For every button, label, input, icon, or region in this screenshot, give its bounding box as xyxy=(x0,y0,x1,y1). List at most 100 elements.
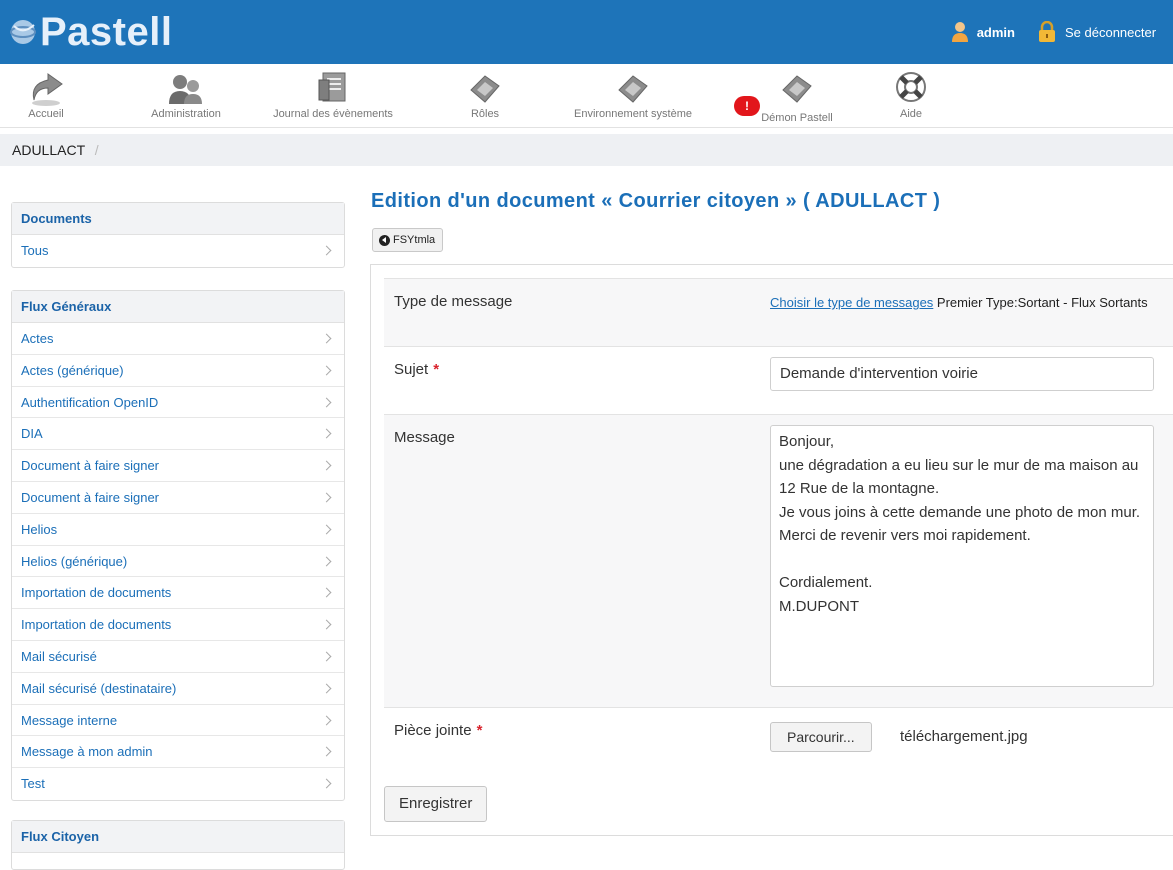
attachment-label-wrap: Pièce jointe * xyxy=(394,722,482,739)
chevron-right-icon xyxy=(321,492,332,503)
sidebar-item-label: Message interne xyxy=(21,712,118,728)
browse-button[interactable]: Parcourir... xyxy=(770,722,872,752)
chevron-right-icon xyxy=(321,556,332,567)
chevron-right-icon xyxy=(321,245,332,256)
toolbar-label: Accueil xyxy=(28,108,64,120)
chevron-right-icon xyxy=(321,397,332,408)
sidebar-item-document-signer-1[interactable]: Document à faire signer xyxy=(12,450,344,482)
users-icon xyxy=(166,70,206,108)
toolbar-label: Aide xyxy=(899,108,923,120)
sidebar-item-importation-1[interactable]: Importation de documents xyxy=(12,577,344,610)
pastell-logo[interactable]: Pastell xyxy=(8,12,172,52)
toolbar-item-accueil[interactable]: Accueil xyxy=(20,70,72,126)
panel-documents: Documents Tous xyxy=(11,202,345,268)
chevron-right-icon xyxy=(321,428,332,439)
chevron-right-icon xyxy=(321,524,332,535)
toolbar-item-roles[interactable]: Rôles xyxy=(458,70,512,126)
sidebar-item-label: DIA xyxy=(21,426,43,442)
sidebar-item-actes-generique[interactable]: Actes (générique) xyxy=(12,355,344,387)
required-mark: * xyxy=(476,722,483,739)
system-icon xyxy=(613,70,653,108)
panel-title: Flux Citoyen xyxy=(12,821,344,853)
sidebar-item-importation-2[interactable]: Importation de documents xyxy=(12,609,344,641)
subject-label-wrap: Sujet * xyxy=(394,361,439,378)
user-icon xyxy=(951,21,969,43)
sidebar-item-label: Importation de documents xyxy=(21,617,172,633)
sidebar-item-label: Mail sécurisé (destinataire) xyxy=(21,680,177,696)
toolbar-item-journal[interactable]: Journal des évènements xyxy=(258,70,408,126)
chevron-right-icon xyxy=(321,365,332,376)
subject-input[interactable]: Demande d'intervention voirie xyxy=(770,357,1154,391)
sidebar-item-document-signer-2[interactable]: Document à faire signer xyxy=(12,482,344,514)
sidebar-item-label: Actes xyxy=(21,331,54,346)
panel-title: Flux Généraux xyxy=(12,291,344,323)
type-label: Type de message xyxy=(394,293,513,310)
back-button-label: FSYtmla xyxy=(393,234,436,246)
notification-badge[interactable]: ! xyxy=(734,96,760,116)
form-row-type: Type de message Choisir le type de messa… xyxy=(384,278,1173,347)
sidebar-item-mail-securise-destinataire[interactable]: Mail sécurisé (destinataire) xyxy=(12,673,344,705)
chevron-right-icon xyxy=(321,715,332,726)
panel-title: Documents xyxy=(12,203,344,235)
sidebar-item-label: Mail sécurisé xyxy=(21,648,97,664)
sidebar-item-helios-generique[interactable]: Helios (générique) xyxy=(12,546,344,578)
panel-flux-generaux: Flux Généraux Actes Actes (générique) Au… xyxy=(11,290,345,801)
save-button[interactable]: Enregistrer xyxy=(384,786,488,822)
top-header: Pastell admin Se déconnecter xyxy=(0,0,1173,64)
globe-logo-icon xyxy=(8,17,38,47)
sidebar-item-label: Importation de documents xyxy=(21,585,172,601)
home-arrow-icon xyxy=(26,70,66,108)
chevron-right-icon xyxy=(321,619,332,630)
chevron-right-icon xyxy=(321,746,332,757)
type-value: Choisir le type de messages Premier Type… xyxy=(770,293,1150,313)
form-row-subject: Sujet * Demande d'intervention voirie xyxy=(384,347,1173,415)
logout-link[interactable]: Se déconnecter xyxy=(1065,25,1173,40)
chevron-right-icon xyxy=(321,683,332,694)
sidebar-item-tous[interactable]: Tous xyxy=(12,235,344,267)
chevron-right-icon xyxy=(321,651,332,662)
sidebar-item-label: Message à mon admin xyxy=(21,744,153,760)
panel-flux-citoyen: Flux Citoyen xyxy=(11,820,345,870)
toolbar-item-demon[interactable]: Démon Pastell xyxy=(748,70,846,126)
chevron-right-icon xyxy=(321,778,332,789)
sidebar-item-message-interne[interactable]: Message interne xyxy=(12,705,344,737)
sidebar-item-mail-securise[interactable]: Mail sécurisé xyxy=(12,641,344,673)
user-name[interactable]: admin xyxy=(977,25,1015,40)
toolbar-label: Démon Pastell xyxy=(761,112,833,124)
chevron-right-icon xyxy=(321,587,332,598)
choose-type-link[interactable]: Choisir le type de messages xyxy=(770,295,933,310)
document-form: Type de message Choisir le type de messa… xyxy=(370,264,1173,836)
message-label: Message xyxy=(394,429,455,446)
daemon-icon xyxy=(777,70,817,108)
message-textarea[interactable]: Bonjour, une dégradation a eu lieu sur l… xyxy=(770,425,1154,687)
chevron-right-icon xyxy=(321,460,332,471)
sidebar-item-dia[interactable]: DIA xyxy=(12,418,344,451)
toolbar-item-administration[interactable]: Administration xyxy=(138,70,234,126)
chevron-right-icon xyxy=(321,333,332,344)
type-value-text: Premier Type:Sortant - Flux Sortants xyxy=(933,295,1148,310)
sidebar-item-label: Helios (générique) xyxy=(21,553,128,569)
sidebar-item-label: Actes (générique) xyxy=(21,362,124,378)
back-button[interactable]: FSYtmla xyxy=(372,228,444,252)
lifebuoy-icon xyxy=(891,70,931,108)
arrow-left-circle-icon xyxy=(379,234,390,246)
user-area: admin Se déconnecter xyxy=(951,20,1173,44)
toolbar-item-environnement[interactable]: Environnement système xyxy=(560,70,706,126)
sidebar-item-test[interactable]: Test xyxy=(12,768,344,800)
sidebar-item-label: Helios xyxy=(21,521,58,537)
sidebar-item-helios[interactable]: Helios xyxy=(12,514,344,546)
journal-icon xyxy=(313,70,353,108)
sidebar-item-message-admin[interactable]: Message à mon admin xyxy=(12,736,344,769)
breadcrumb-separator: / xyxy=(94,142,99,158)
sidebar-item-label: Document à faire signer xyxy=(21,458,160,474)
toolbar-label: Administration xyxy=(151,108,221,120)
sidebar-item-openid[interactable]: Authentification OpenID xyxy=(12,387,344,419)
sidebar-item-label: Document à faire signer xyxy=(21,489,160,505)
breadcrumb-entity[interactable]: ADULLACT xyxy=(12,142,85,158)
breadcrumb: ADULLACT / xyxy=(0,134,1173,166)
toolbar-item-aide[interactable]: Aide xyxy=(886,70,936,126)
padlock-icon xyxy=(1037,21,1057,43)
form-row-attachment: Pièce jointe * Parcourir... téléchargemen… xyxy=(384,708,1173,772)
sidebar-item-actes[interactable]: Actes xyxy=(12,323,344,355)
app-name: Pastell xyxy=(40,10,173,54)
